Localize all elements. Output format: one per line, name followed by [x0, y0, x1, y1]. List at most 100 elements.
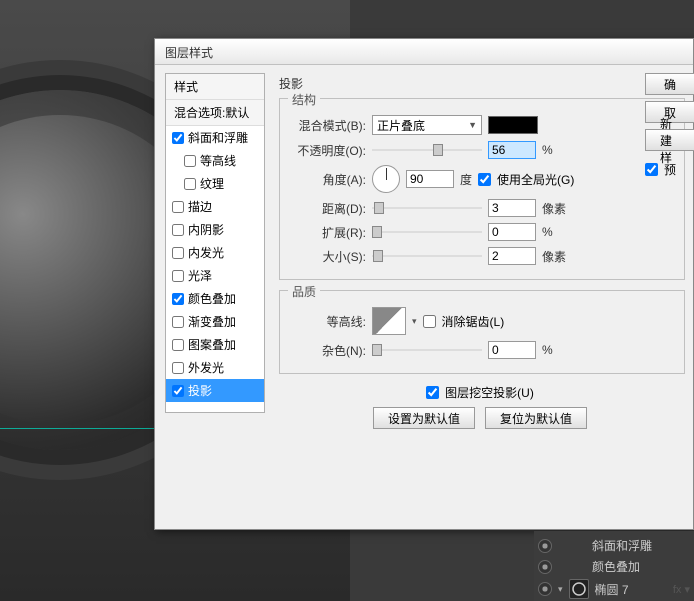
structure-legend: 结构 [288, 91, 320, 108]
stroke-label: 描边 [188, 198, 212, 215]
layer-style-dialog: 图层样式 样式 混合选项:默认 斜面和浮雕 等高线 纹理 描边 内阴影 内发光 … [154, 38, 694, 530]
section-title: 投影 [275, 73, 685, 94]
style-item-color-overlay[interactable]: 颜色叠加 [166, 287, 264, 310]
stroke-checkbox[interactable] [172, 201, 184, 213]
size-input[interactable] [488, 247, 536, 265]
style-item-inner-shadow[interactable]: 内阴影 [166, 218, 264, 241]
ok-button[interactable]: 确 [645, 73, 694, 95]
gradient-overlay-checkbox[interactable] [172, 316, 184, 328]
noise-input[interactable] [488, 341, 536, 359]
blend-options-default[interactable]: 混合选项:默认 [166, 100, 264, 126]
dark-top-panel [579, 0, 694, 38]
inner-glow-label: 内发光 [188, 244, 224, 261]
fx-color-overlay-label: 颜色叠加 [592, 558, 640, 575]
bevel-checkbox[interactable] [172, 132, 184, 144]
layer-fx-row[interactable]: 斜面和浮雕 [538, 535, 690, 556]
fx-indicator[interactable]: fx ▾ [673, 583, 690, 596]
spread-slider[interactable] [372, 224, 482, 240]
styles-list-panel: 样式 混合选项:默认 斜面和浮雕 等高线 纹理 描边 内阴影 内发光 光泽 颜色… [165, 73, 265, 413]
visibility-icon[interactable] [538, 539, 552, 553]
quality-legend: 品质 [288, 283, 320, 300]
global-light-checkbox[interactable] [478, 173, 491, 186]
set-default-button[interactable]: 设置为默认值 [373, 407, 475, 429]
distance-slider[interactable] [372, 200, 482, 216]
spread-unit: % [542, 225, 553, 239]
noise-label: 杂色(N): [288, 342, 366, 359]
opacity-input[interactable] [488, 141, 536, 159]
knockout-label: 图层挖空投影(U) [445, 384, 534, 401]
preview-checkbox[interactable] [645, 163, 658, 176]
pattern-overlay-checkbox[interactable] [172, 339, 184, 351]
layer-row[interactable]: ▾ 椭圆 7 fx ▾ [538, 577, 690, 601]
contour-q-label: 等高线: [288, 313, 366, 330]
pattern-overlay-label: 图案叠加 [188, 336, 236, 353]
color-overlay-checkbox[interactable] [172, 293, 184, 305]
style-item-outer-glow[interactable]: 外发光 [166, 356, 264, 379]
blend-mode-label: 混合模式(B): [288, 117, 366, 134]
anti-alias-checkbox[interactable] [423, 315, 436, 328]
fx-bevel-label: 斜面和浮雕 [592, 537, 652, 554]
style-item-inner-glow[interactable]: 内发光 [166, 241, 264, 264]
angle-input[interactable] [406, 170, 454, 188]
dialog-title: 图层样式 [155, 39, 693, 65]
reset-default-button[interactable]: 复位为默认值 [485, 407, 587, 429]
gradient-overlay-label: 渐变叠加 [188, 313, 236, 330]
chevron-down-icon[interactable]: ▾ [558, 584, 563, 595]
blend-mode-value: 正片叠底 [377, 117, 425, 134]
noise-unit: % [542, 343, 553, 357]
shadow-color-swatch[interactable] [488, 116, 538, 134]
visibility-icon[interactable] [538, 560, 552, 574]
opacity-slider[interactable] [372, 142, 482, 158]
ellipse-shape-icon [571, 581, 587, 597]
style-item-pattern-overlay[interactable]: 图案叠加 [166, 333, 264, 356]
style-item-texture[interactable]: 纹理 [166, 172, 264, 195]
global-light-label: 使用全局光(G) [497, 171, 574, 188]
blend-mode-select[interactable]: 正片叠底 ▼ [372, 115, 482, 135]
inner-shadow-checkbox[interactable] [172, 224, 184, 236]
visibility-icon[interactable] [538, 582, 552, 596]
opacity-unit: % [542, 143, 553, 157]
color-overlay-label: 颜色叠加 [188, 290, 236, 307]
texture-label: 纹理 [200, 175, 224, 192]
layers-panel: 斜面和浮雕 颜色叠加 ▾ 椭圆 7 fx ▾ [534, 531, 694, 601]
distance-input[interactable] [488, 199, 536, 217]
drop-shadow-label: 投影 [188, 382, 212, 399]
style-item-contour[interactable]: 等高线 [166, 149, 264, 172]
style-item-satin[interactable]: 光泽 [166, 264, 264, 287]
style-item-gradient-overlay[interactable]: 渐变叠加 [166, 310, 264, 333]
inner-glow-checkbox[interactable] [172, 247, 184, 259]
style-item-stroke[interactable]: 描边 [166, 195, 264, 218]
chevron-down-icon[interactable]: ▾ [412, 316, 417, 327]
distance-unit: 像素 [542, 200, 566, 217]
distance-label: 距离(D): [288, 200, 366, 217]
drop-shadow-checkbox[interactable] [172, 385, 184, 397]
new-style-button[interactable]: 新建样 [645, 129, 694, 151]
noise-slider[interactable] [372, 342, 482, 358]
spread-label: 扩展(R): [288, 224, 366, 241]
style-item-bevel[interactable]: 斜面和浮雕 [166, 126, 264, 149]
layer-thumbnail[interactable] [569, 579, 589, 599]
dialog-side-buttons: 确 取 新建样 预 [645, 73, 694, 184]
contour-picker[interactable] [372, 307, 406, 335]
satin-checkbox[interactable] [172, 270, 184, 282]
contour-checkbox[interactable] [184, 155, 196, 167]
layer-fx-row[interactable]: 颜色叠加 [538, 556, 690, 577]
angle-unit: 度 [460, 171, 472, 188]
contour-label: 等高线 [200, 152, 236, 169]
size-slider[interactable] [372, 248, 482, 264]
settings-panel: 投影 结构 混合模式(B): 正片叠底 ▼ 不透明度(O): % 角度(A): [275, 73, 685, 521]
anti-alias-label: 消除锯齿(L) [442, 313, 505, 330]
outer-glow-checkbox[interactable] [172, 362, 184, 374]
style-item-drop-shadow[interactable]: 投影 [166, 379, 264, 402]
texture-checkbox[interactable] [184, 178, 196, 190]
spread-input[interactable] [488, 223, 536, 241]
preview-label: 预 [664, 161, 676, 178]
structure-fieldset: 结构 混合模式(B): 正片叠底 ▼ 不透明度(O): % 角度(A): 度 [279, 98, 685, 280]
inner-shadow-label: 内阴影 [188, 221, 224, 238]
angle-dial[interactable] [372, 165, 400, 193]
knockout-checkbox[interactable] [426, 386, 439, 399]
quality-fieldset: 品质 等高线: ▾ 消除锯齿(L) 杂色(N): % [279, 290, 685, 374]
styles-header[interactable]: 样式 [166, 74, 264, 100]
outer-glow-label: 外发光 [188, 359, 224, 376]
bevel-label: 斜面和浮雕 [188, 129, 248, 146]
